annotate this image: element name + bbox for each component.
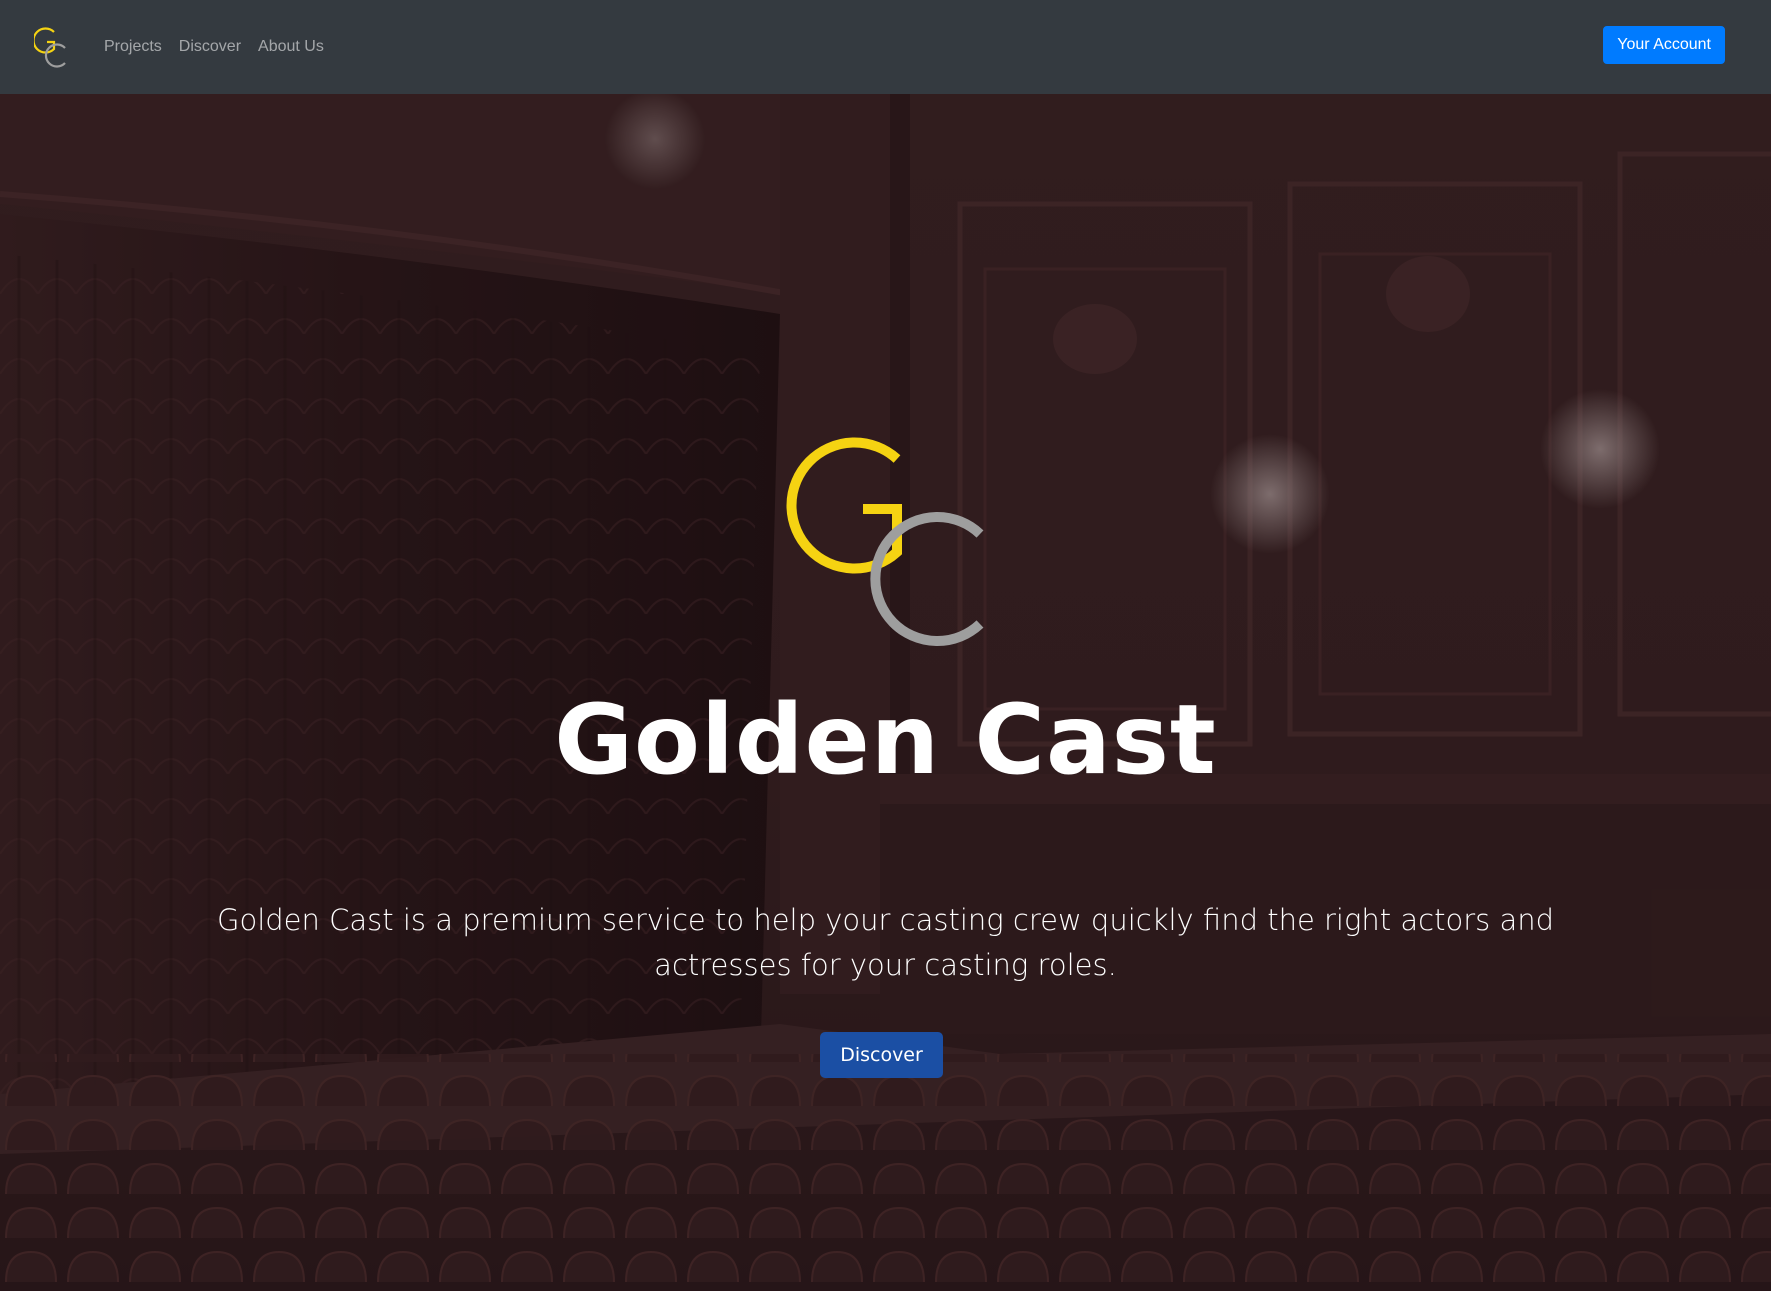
gc-logo-icon-large	[786, 437, 984, 646]
gc-logo-large	[785, 434, 985, 656]
discover-button[interactable]: Discover	[820, 1032, 943, 1078]
hero-section: Golden Cast Golden Cast is a premium ser…	[0, 94, 1771, 1291]
nav-link-about-us[interactable]: About Us	[258, 38, 324, 56]
nav-links: Projects Discover About Us	[104, 38, 341, 56]
nav-link-discover[interactable]: Discover	[179, 38, 241, 56]
hero-description: Golden Cast is a premium service to help…	[216, 903, 1555, 982]
navbar: Projects Discover About Us Your Account	[0, 0, 1771, 94]
hero-title: Golden Cast	[554, 684, 1217, 796]
nav-link-projects[interactable]: Projects	[104, 38, 162, 56]
gc-logo-icon	[34, 27, 66, 68]
hero-content: Golden Cast Golden Cast is a premium ser…	[0, 94, 1771, 1291]
your-account-button[interactable]: Your Account	[1603, 26, 1725, 64]
brand-logo[interactable]	[34, 25, 74, 69]
